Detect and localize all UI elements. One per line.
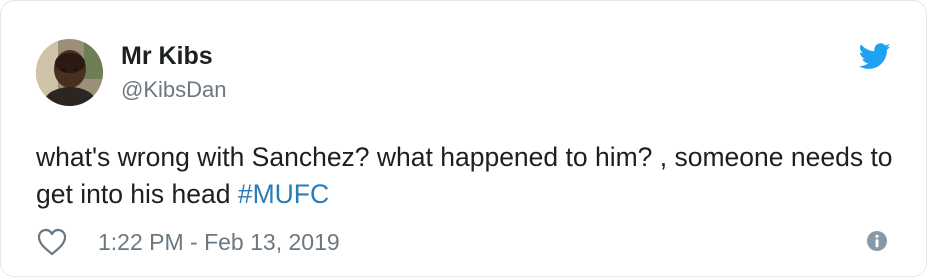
like-button[interactable] — [36, 227, 68, 257]
info-button[interactable] — [866, 230, 888, 252]
tweet-body: what's wrong with Sanchez? what happened… — [36, 142, 893, 209]
avatar[interactable] — [36, 39, 103, 106]
tweet-footer: 1:22 PM - Feb 13, 2019 — [36, 225, 896, 259]
twitter-bird-icon[interactable] — [858, 43, 891, 71]
hashtag-link[interactable]: #MUFC — [238, 179, 329, 209]
avatar-photo — [36, 39, 103, 106]
tweet-text: what's wrong with Sanchez? what happened… — [36, 139, 906, 213]
heart-outline-icon — [37, 228, 67, 256]
author-handle[interactable]: @KibsDan — [121, 76, 227, 104]
tweet-timestamp[interactable]: 1:22 PM - Feb 13, 2019 — [98, 227, 340, 257]
author-name[interactable]: Mr Kibs — [121, 41, 213, 71]
tweet-card: Mr Kibs @KibsDan what's wrong with Sanch… — [0, 0, 927, 277]
info-circle-icon — [867, 231, 887, 251]
